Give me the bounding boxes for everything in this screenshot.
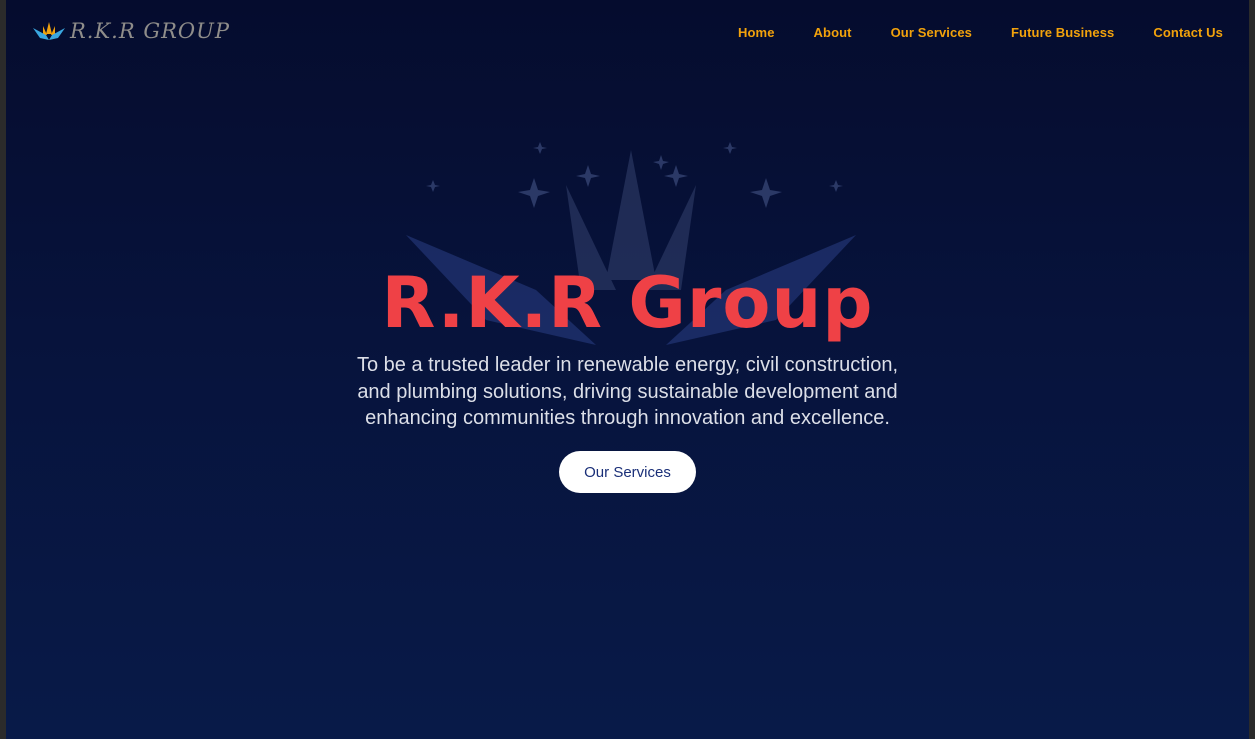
brand-logo[interactable]: R.K.R GROUP	[32, 18, 230, 44]
crown-wings-logo-icon	[33, 22, 65, 40]
main-navigation: Home About Our Services Future Business …	[738, 25, 1223, 40]
brand-name: R.K.R GROUP	[70, 19, 230, 43]
site-header: R.K.R GROUP Home About Our Services Futu…	[6, 0, 1249, 68]
nav-contact-us[interactable]: Contact Us	[1153, 25, 1223, 40]
hero-section: R.K.R Group To be a trusted leader in re…	[6, 258, 1249, 493]
nav-future-business[interactable]: Future Business	[1011, 25, 1114, 40]
hero-tagline: To be a trusted leader in renewable ener…	[356, 354, 899, 429]
hero-title: R.K.R Group	[381, 262, 874, 344]
our-services-button[interactable]: Our Services	[559, 451, 696, 493]
nav-home[interactable]: Home	[738, 25, 775, 40]
nav-about[interactable]: About	[814, 25, 852, 40]
page-viewport: R.K.R GROUP Home About Our Services Futu…	[6, 0, 1249, 739]
nav-our-services[interactable]: Our Services	[891, 25, 972, 40]
